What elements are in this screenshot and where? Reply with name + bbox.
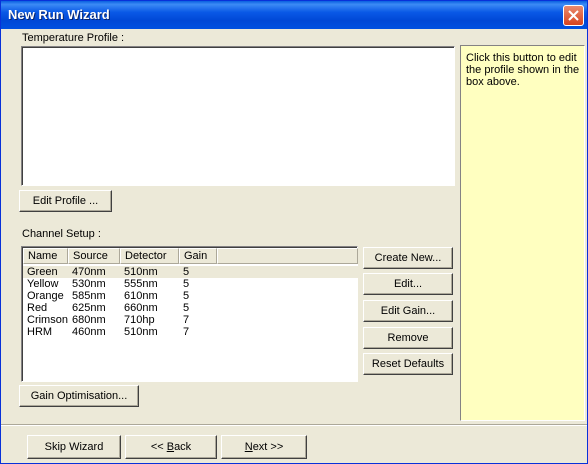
edit-button[interactable]: Edit... [363, 273, 453, 295]
channel-cell-gain: 5 [183, 290, 190, 302]
close-button[interactable] [563, 5, 584, 26]
title-bar[interactable]: New Run Wizard [1, 1, 587, 29]
channel-list-header: Name Source Detector Gain [23, 248, 358, 264]
back-button-label: << Back [150, 441, 192, 453]
channel-cell-name: Green [27, 266, 58, 278]
channel-row-red[interactable]: Red 625nm 660nm 5 [23, 302, 358, 314]
edit-gain-button[interactable]: Edit Gain... [363, 300, 453, 322]
channel-cell-name: Orange [27, 290, 64, 302]
column-header-gain[interactable]: Gain [179, 248, 217, 264]
close-icon [568, 10, 579, 21]
edit-profile-button[interactable]: Edit Profile ... [19, 190, 112, 212]
channel-row-green[interactable]: Green 470nm 510nm 5 [23, 266, 358, 278]
temperature-profile-label: Temperature Profile : [22, 32, 125, 44]
new-run-wizard-window: New Run Wizard Temperature Profile : Edi… [0, 0, 588, 464]
channel-cell-gain: 7 [183, 326, 190, 338]
channel-cell-gain: 5 [183, 266, 190, 278]
back-button[interactable]: << Back [125, 435, 217, 459]
channel-cell-name: Red [27, 302, 48, 314]
channel-cell-gain: 7 [183, 314, 190, 326]
window-title: New Run Wizard [8, 7, 110, 22]
footer-separator [1, 424, 587, 426]
next-button[interactable]: Next >> [221, 435, 307, 459]
channel-cell-source: 460nm [72, 326, 106, 338]
help-panel: Click this button to edit the profile sh… [460, 45, 585, 421]
temperature-profile-box [21, 46, 455, 186]
channel-cell-name: Yellow [27, 278, 59, 290]
channel-cell-detector: 510nm [124, 326, 158, 338]
channel-cell-source: 530nm [72, 278, 106, 290]
reset-defaults-button[interactable]: Reset Defaults [363, 353, 453, 375]
channel-row-orange[interactable]: Orange 585nm 610nm 5 [23, 290, 358, 302]
gain-optimisation-button[interactable]: Gain Optimisation... [19, 385, 139, 407]
create-new-button[interactable]: Create New... [363, 247, 453, 269]
next-button-label: Next >> [244, 441, 284, 453]
channel-cell-detector: 555nm [124, 278, 158, 290]
channel-cell-source: 470nm [72, 266, 106, 278]
column-header-name[interactable]: Name [23, 248, 68, 264]
channel-cell-source: 680nm [72, 314, 106, 326]
help-text: Click this button to edit the profile sh… [466, 52, 580, 88]
channel-cell-detector: 510nm [124, 266, 158, 278]
channel-setup-label: Channel Setup : [22, 228, 101, 240]
channel-cell-name: HRM [27, 326, 53, 338]
channel-list[interactable]: Name Source Detector Gain Green 470nm 510n… [21, 246, 358, 382]
channel-cell-gain: 5 [183, 278, 190, 290]
channel-row-yellow[interactable]: Yellow 530nm 555nm 5 [23, 278, 358, 290]
column-header-detector[interactable]: Detector [120, 248, 179, 264]
channel-cell-detector: 710hp [124, 314, 155, 326]
column-header-source[interactable]: Source [68, 248, 120, 264]
column-header-empty [217, 248, 358, 264]
remove-button[interactable]: Remove [363, 327, 453, 349]
skip-wizard-button[interactable]: Skip Wizard [27, 435, 121, 459]
channel-row-hrm[interactable]: HRM 460nm 510nm 7 [23, 326, 358, 338]
channel-cell-source: 585nm [72, 290, 106, 302]
channel-cell-source: 625nm [72, 302, 106, 314]
channel-cell-detector: 610nm [124, 290, 158, 302]
channel-cell-gain: 5 [183, 302, 190, 314]
channel-row-crimson[interactable]: Crimson 680nm 710hp 7 [23, 314, 358, 326]
channel-cell-name: Crimson [27, 314, 68, 326]
channel-cell-detector: 660nm [124, 302, 158, 314]
